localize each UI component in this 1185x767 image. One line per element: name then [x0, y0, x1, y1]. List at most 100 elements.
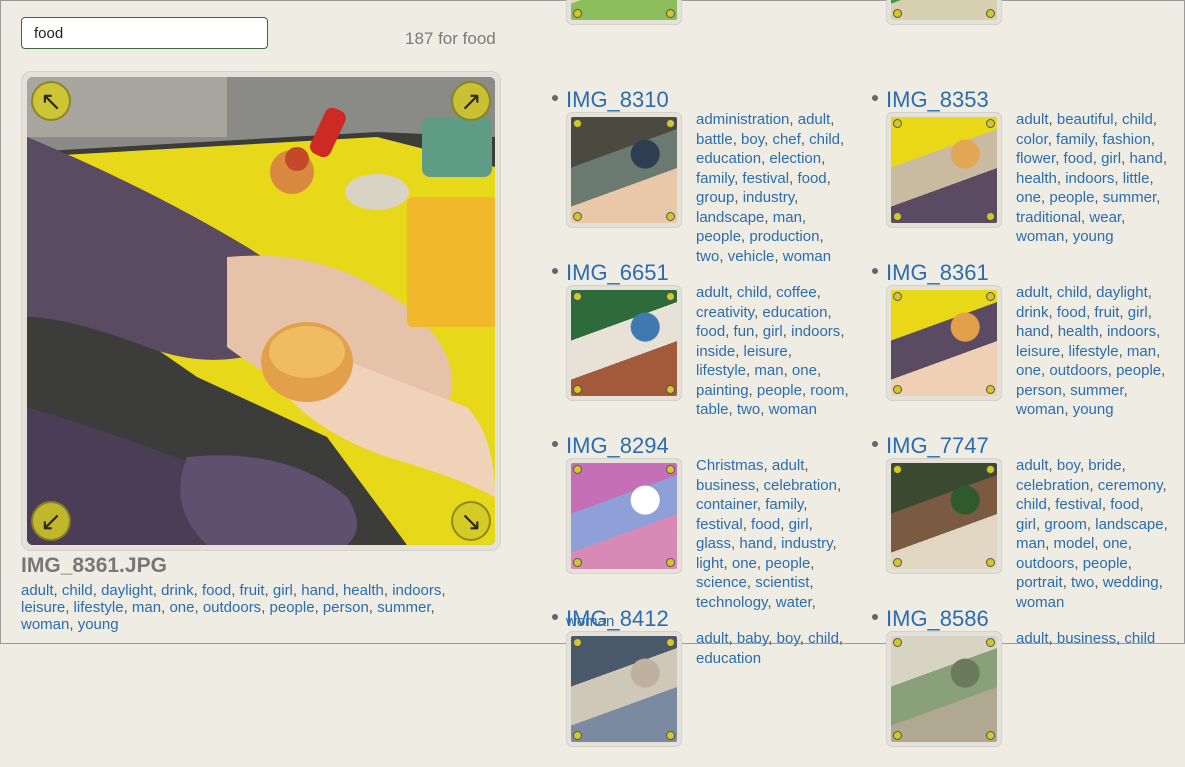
tag-link[interactable]: person — [1016, 382, 1062, 399]
tag-link[interactable]: outdoors — [203, 599, 261, 616]
tag-link[interactable]: daylight — [101, 582, 153, 599]
tag-link[interactable]: hand — [739, 535, 772, 552]
tag-link[interactable]: food — [1110, 496, 1139, 513]
tag-link[interactable]: glass — [696, 535, 731, 552]
tag-link[interactable]: inside — [696, 343, 735, 360]
thumbnail-frame[interactable] — [886, 0, 1002, 25]
tag-link[interactable]: flower — [1016, 150, 1055, 167]
corner-button-icon[interactable] — [986, 385, 995, 394]
tag-link[interactable]: industry — [743, 189, 794, 206]
tag-link[interactable]: education — [762, 304, 827, 321]
corner-button-icon[interactable] — [893, 385, 902, 394]
tag-link[interactable]: room — [810, 382, 844, 399]
tag-link[interactable]: food — [1064, 150, 1093, 167]
tag-link[interactable]: young — [1073, 228, 1114, 245]
tag-link[interactable]: food — [1057, 304, 1086, 321]
tag-link[interactable]: portrait — [1016, 574, 1063, 591]
tag-link[interactable]: light — [696, 555, 724, 572]
tag-link[interactable]: traditional — [1016, 209, 1081, 226]
tag-link[interactable]: child — [62, 582, 93, 599]
tag-link[interactable]: little — [1123, 170, 1150, 187]
tag-link[interactable]: model — [1054, 535, 1095, 552]
tag-link[interactable]: color — [1016, 131, 1048, 148]
tag-link[interactable]: woman — [769, 401, 817, 418]
tag-link[interactable]: fruit — [240, 582, 265, 599]
tag-link[interactable]: education — [696, 650, 761, 667]
tag-link[interactable]: lifestyle — [1069, 343, 1119, 360]
tag-link[interactable]: outdoors — [1049, 362, 1107, 379]
thumbnail-frame[interactable] — [886, 112, 1002, 228]
tag-link[interactable]: industry — [781, 535, 832, 552]
tag-link[interactable]: family — [696, 170, 734, 187]
tag-link[interactable]: groom — [1044, 516, 1087, 533]
tag-link[interactable]: celebration — [1016, 477, 1089, 494]
tag-link[interactable]: health — [1058, 323, 1099, 340]
tag-link[interactable]: lifestyle — [696, 362, 746, 379]
corner-button-icon[interactable] — [893, 9, 902, 18]
tag-link[interactable]: girl — [1101, 150, 1121, 167]
tag-link[interactable]: people — [696, 228, 741, 245]
tag-link[interactable]: festival — [1055, 496, 1102, 513]
tag-link[interactable]: people — [765, 555, 810, 572]
tag-link[interactable]: painting — [696, 382, 749, 399]
tag-link[interactable]: bride — [1088, 457, 1121, 474]
tag-link[interactable]: food — [751, 516, 780, 533]
tag-link[interactable]: adult — [1016, 457, 1049, 474]
tag-link[interactable]: indoors — [1065, 170, 1114, 187]
tag-link[interactable]: adult — [1016, 111, 1049, 128]
result-title-link[interactable]: IMG_8412 — [566, 606, 669, 631]
corner-button-icon[interactable] — [666, 119, 675, 128]
corner-button-icon[interactable] — [666, 292, 675, 301]
search-input[interactable] — [21, 17, 268, 49]
corner-button-icon[interactable] — [666, 465, 675, 474]
tag-link[interactable]: people — [1116, 362, 1161, 379]
tag-link[interactable]: man — [754, 362, 783, 379]
corner-button-icon[interactable] — [893, 638, 902, 647]
tag-link[interactable]: person — [323, 599, 369, 616]
result-title-link[interactable]: IMG_8586 — [886, 606, 989, 631]
tag-link[interactable]: child — [737, 284, 768, 301]
tag-link[interactable]: leisure — [21, 599, 65, 616]
corner-button-icon[interactable] — [986, 731, 995, 740]
tag-link[interactable]: celebration — [764, 477, 837, 494]
tag-link[interactable]: child — [1057, 284, 1088, 301]
corner-button-icon[interactable] — [893, 119, 902, 128]
corner-button-icon[interactable] — [573, 465, 582, 474]
result-title-link[interactable]: IMG_7747 — [886, 433, 989, 458]
tag-link[interactable]: one — [1103, 535, 1128, 552]
arrow-up-right-icon[interactable]: ↗ — [451, 81, 491, 121]
tag-link[interactable]: child — [1124, 630, 1155, 647]
corner-button-icon[interactable] — [986, 465, 995, 474]
corner-button-icon[interactable] — [893, 558, 902, 567]
corner-button-icon[interactable] — [893, 465, 902, 474]
tag-link[interactable]: young — [1073, 401, 1114, 418]
tag-link[interactable]: wedding — [1103, 574, 1159, 591]
tag-link[interactable]: adult — [1016, 630, 1049, 647]
tag-link[interactable]: adult — [696, 630, 729, 647]
corner-button-icon[interactable] — [893, 292, 902, 301]
tag-link[interactable]: people — [757, 382, 802, 399]
corner-button-icon[interactable] — [573, 119, 582, 128]
tag-link[interactable]: woman — [21, 616, 69, 633]
tag-link[interactable]: group — [696, 189, 734, 206]
tag-link[interactable]: girl — [1128, 304, 1148, 321]
corner-button-icon[interactable] — [986, 9, 995, 18]
corner-button-icon[interactable] — [986, 212, 995, 221]
tag-link[interactable]: business — [696, 477, 755, 494]
tag-link[interactable]: summer — [1070, 382, 1123, 399]
tag-link[interactable]: scientist — [755, 574, 809, 591]
result-title-link[interactable]: IMG_8294 — [566, 433, 669, 458]
tag-link[interactable]: Christmas — [696, 457, 764, 474]
tag-link[interactable]: chef — [772, 131, 800, 148]
tag-link[interactable]: man — [1016, 535, 1045, 552]
tag-link[interactable]: adult — [772, 457, 805, 474]
corner-button-icon[interactable] — [986, 558, 995, 567]
tag-link[interactable]: hand — [1016, 323, 1049, 340]
tag-link[interactable]: administration — [696, 111, 789, 128]
tag-link[interactable]: woman — [1016, 401, 1064, 418]
tag-link[interactable]: leisure — [744, 343, 788, 360]
tag-link[interactable]: production — [749, 228, 819, 245]
tag-link[interactable]: election — [769, 150, 821, 167]
tag-link[interactable]: festival — [742, 170, 789, 187]
tag-link[interactable]: fashion — [1102, 131, 1150, 148]
